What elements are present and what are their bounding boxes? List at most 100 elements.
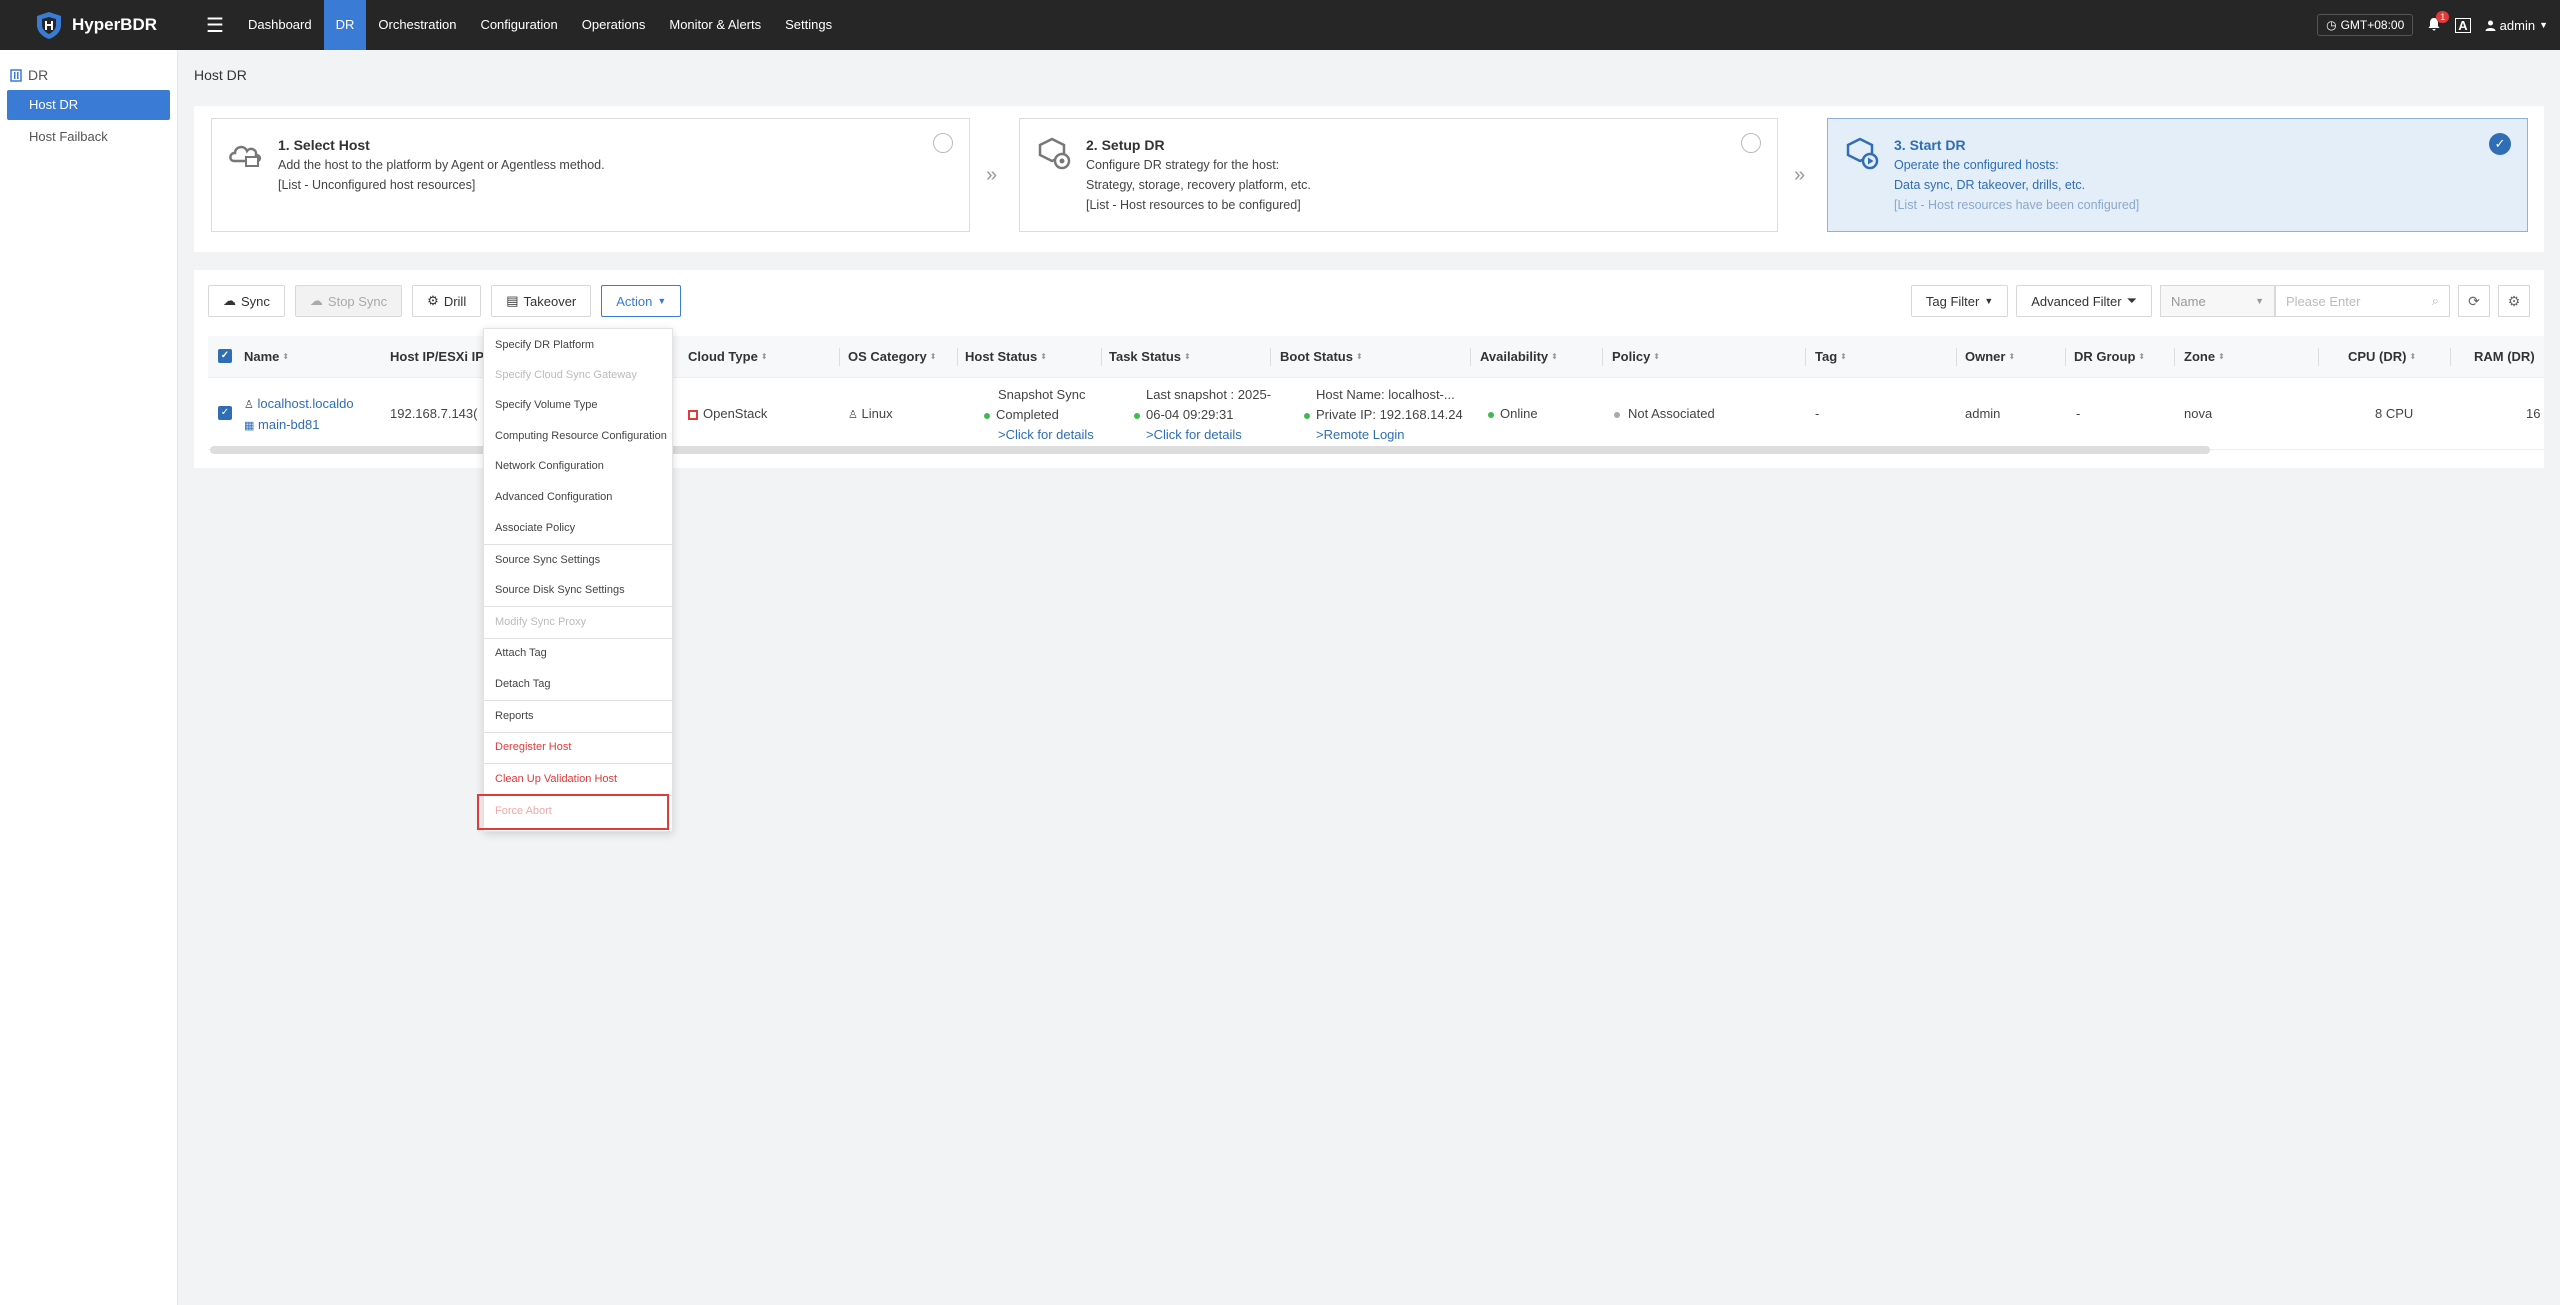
column-divider [2065,348,2066,366]
nav-operations[interactable]: Operations [570,0,658,50]
tag-cell: - [1815,406,1820,421]
column-header-tag[interactable]: Tag ⬍ [1815,349,1847,364]
user-menu[interactable]: admin ▼ [2485,18,2548,33]
step-radio[interactable] [933,133,953,153]
cpu-cell: 8 CPU [2375,406,2414,421]
column-header-task-status[interactable]: Task Status ⬍ [1109,349,1191,364]
checkbox-checked-icon: ✓ [218,349,232,363]
task-status-details-link[interactable]: >Click for details [1146,425,1271,445]
nav-dashboard[interactable]: Dashboard [236,0,324,50]
toolbar: ☁ Sync ☁ Stop Sync ⚙ Drill ▤ Takeover Ac… [208,285,682,317]
column-header-host-status[interactable]: Host Status ⬍ [965,349,1047,364]
action-dropdown-button[interactable]: Action ▼ [601,285,682,317]
host-name-link[interactable]: localhost.localdo [258,396,354,411]
column-header-availability[interactable]: Availability ⬍ [1480,349,1558,364]
column-divider [1270,348,1271,366]
search-icon[interactable]: ⌕ [2432,293,2439,309]
menu-item-associate-policy[interactable]: Associate Policy [495,522,575,534]
menu-item-modify-sync-proxy[interactable]: Modify Sync Proxy [495,616,586,628]
task-status-cell: Last snapshot : 2025- 06-04 09:29:31 >Cl… [1134,385,1271,445]
refresh-icon[interactable]: ⟳ [2458,285,2490,317]
app-logo[interactable]: HyperBDR [34,10,184,40]
policy-value: Not Associated [1628,406,1715,421]
step-radio[interactable] [1741,133,1761,153]
column-header-cloud-type[interactable]: Cloud Type ⬍ [688,349,768,364]
advanced-filter-label: Advanced Filter [2031,293,2122,309]
search-input[interactable] [2286,293,2416,309]
menu-item-detach-tag[interactable]: Detach Tag [495,678,550,690]
step-setup-dr[interactable]: 2. Setup DR Configure DR strategy for th… [1019,118,1778,232]
drill-button[interactable]: ⚙ Drill [412,285,482,317]
menu-item-source-sync-settings[interactable]: Source Sync Settings [495,554,600,566]
os-category-value: Linux [861,406,893,421]
menu-item-reports[interactable]: Reports [495,710,534,722]
host-status-details-link[interactable]: >Click for details [998,425,1094,445]
menu-item-network-configuration[interactable]: Network Configuration [495,460,604,472]
column-label: Owner [1965,349,2006,364]
column-label: Tag [1815,349,1838,364]
nav-settings[interactable]: Settings [773,0,844,50]
menu-item-computing-resource-configuration[interactable]: Computing Resource Configuration [495,430,667,442]
step-body: 3. Start DR Operate the configured hosts… [1894,135,2139,215]
timezone-selector[interactable]: ◷ GMT+08:00 [2317,14,2414,36]
column-divider [2450,348,2451,366]
takeover-button[interactable]: ▤ Takeover [491,285,592,317]
ram-cell: 16 G [2526,406,2544,421]
sidebar-group-dr[interactable]: DR [0,62,177,88]
user-icon [2485,20,2496,31]
column-header-policy[interactable]: Policy ⬍ [1612,349,1660,364]
notifications-button[interactable]: 1 [2427,10,2450,34]
menu-toggle-icon[interactable]: ☰ [194,13,236,38]
menu-item-specify-cloud-sync-gateway[interactable]: Specify Cloud Sync Gateway [495,369,637,381]
header-select-all-checkbox[interactable]: ✓ [218,349,232,363]
column-header-cpu[interactable]: CPU (DR) ⬍ [2348,349,2416,364]
column-header-ram[interactable]: RAM (DR) [2474,349,2544,364]
column-header-name[interactable]: Name ⬍ [244,349,289,364]
step-start-dr[interactable]: 3. Start DR Operate the configured hosts… [1827,118,2528,232]
search-field-value: Name [2171,293,2206,309]
column-label: RAM (DR) [2474,349,2535,364]
remote-login-link[interactable]: >Remote Login [1316,425,1463,445]
row-checkbox[interactable]: ✓ [218,406,232,420]
column-header-owner[interactable]: Owner ⬍ [1965,349,2015,364]
page-title: Host DR [194,67,247,83]
user-name: admin [2499,17,2536,33]
menu-item-clean-up-validation-host[interactable]: Clean Up Validation Host [495,773,617,785]
check-icon[interactable]: ✓ [2489,133,2511,155]
tag-filter-button[interactable]: Tag Filter ▼ [1910,285,2009,317]
column-header-host-ip[interactable]: Host IP/ESXi IP [390,349,484,364]
host-name-link-cont[interactable]: main-bd81 [258,417,319,432]
settings-gear-icon[interactable]: ⚙ [2498,285,2530,317]
status-dot [1134,412,1140,419]
nav-configuration[interactable]: Configuration [468,0,569,50]
column-divider [2318,348,2319,366]
column-header-zone[interactable]: Zone ⬍ [2184,349,2225,364]
sort-icon: ⬍ [929,352,937,361]
menu-item-specify-dr-platform[interactable]: Specify DR Platform [495,339,594,351]
step-sub: [List - Host resources to be configured] [1086,198,1301,212]
menu-divider [484,544,674,545]
takeover-label: Takeover [523,293,577,309]
sidebar-item-host-failback[interactable]: Host Failback [7,122,170,152]
menu-divider [484,732,674,733]
column-header-dr-group[interactable]: DR Group ⬍ [2074,349,2145,364]
step-select-host[interactable]: 1. Select Host Add the host to the platf… [211,118,970,232]
language-icon[interactable]: A [2455,17,2471,33]
column-header-os-category[interactable]: OS Category ⬍ [848,349,936,364]
search-field-select[interactable]: Name ▼ [2160,285,2275,317]
sidebar-item-host-dr[interactable]: Host DR [7,90,170,120]
menu-item-source-disk-sync-settings[interactable]: Source Disk Sync Settings [495,584,625,596]
step-desc: Data sync, DR takeover, drills, etc. [1894,178,2086,192]
stop-sync-button[interactable]: ☁ Stop Sync [294,285,403,317]
menu-item-advanced-configuration[interactable]: Advanced Configuration [495,491,612,503]
menu-item-deregister-host[interactable]: Deregister Host [495,741,571,753]
sync-button[interactable]: ☁ Sync [208,285,285,317]
sort-icon: ⬍ [1551,352,1558,361]
column-header-boot-status[interactable]: Boot Status ⬍ [1280,349,1363,364]
menu-item-specify-volume-type[interactable]: Specify Volume Type [495,399,598,411]
advanced-filter-button[interactable]: Advanced Filter ⏷ [2016,285,2152,317]
menu-item-attach-tag[interactable]: Attach Tag [495,647,547,659]
nav-monitor-alerts[interactable]: Monitor & Alerts [657,0,773,50]
nav-orchestration[interactable]: Orchestration [366,0,468,50]
nav-dr[interactable]: DR [323,0,367,50]
